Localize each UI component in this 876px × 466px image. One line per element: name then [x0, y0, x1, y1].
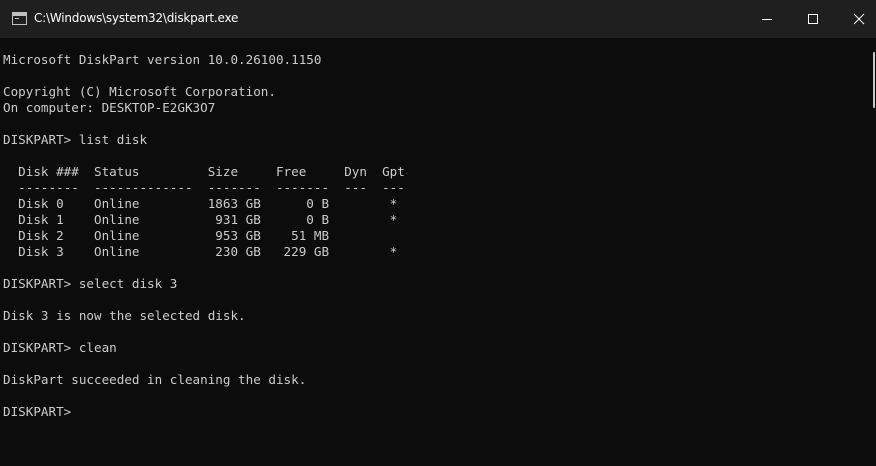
- console-line: Microsoft DiskPart version 10.0.26100.11…: [3, 52, 322, 67]
- console-output[interactable]: Microsoft DiskPart version 10.0.26100.11…: [3, 52, 863, 420]
- console-line: DISKPART> select disk 3: [3, 276, 178, 291]
- console-line: -------- ------------- ------- ------- -…: [3, 180, 405, 195]
- console-line: DISKPART> list disk: [3, 132, 148, 147]
- console-line: Disk 1 Online 931 GB 0 B *: [3, 212, 398, 227]
- console-line: On computer: DESKTOP-E2GK3O7: [3, 100, 216, 115]
- maximize-button[interactable]: [790, 0, 836, 38]
- console-line: Disk 3 Online 230 GB 229 GB *: [3, 244, 398, 259]
- console-app-icon: [12, 12, 27, 25]
- close-button[interactable]: [836, 0, 876, 38]
- minimize-button[interactable]: [744, 0, 790, 38]
- title-bar[interactable]: C:\Windows\system32\diskpart.exe: [0, 0, 876, 38]
- close-icon: [853, 13, 865, 25]
- console-line: Disk ### Status Size Free Dyn Gpt: [3, 164, 405, 179]
- console-window: C:\Windows\system32\diskpart.exe Microso…: [0, 0, 876, 466]
- vertical-scrollbar[interactable]: [866, 38, 876, 466]
- console-prompt-line[interactable]: DISKPART>: [3, 404, 863, 420]
- window-title: C:\Windows\system32\diskpart.exe: [34, 11, 239, 25]
- console-line: Disk 2 Online 953 GB 51 MB: [3, 228, 330, 243]
- scrollbar-thumb[interactable]: [873, 52, 875, 108]
- maximize-icon: [808, 14, 818, 24]
- console-line: Disk 3 is now the selected disk.: [3, 308, 246, 323]
- console-line: Copyright (C) Microsoft Corporation.: [3, 84, 276, 99]
- minimize-icon: [762, 19, 772, 20]
- console-line: DISKPART> clean: [3, 340, 117, 355]
- console-line: Disk 0 Online 1863 GB 0 B *: [3, 196, 398, 211]
- console-line: DiskPart succeeded in cleaning the disk.: [3, 372, 307, 387]
